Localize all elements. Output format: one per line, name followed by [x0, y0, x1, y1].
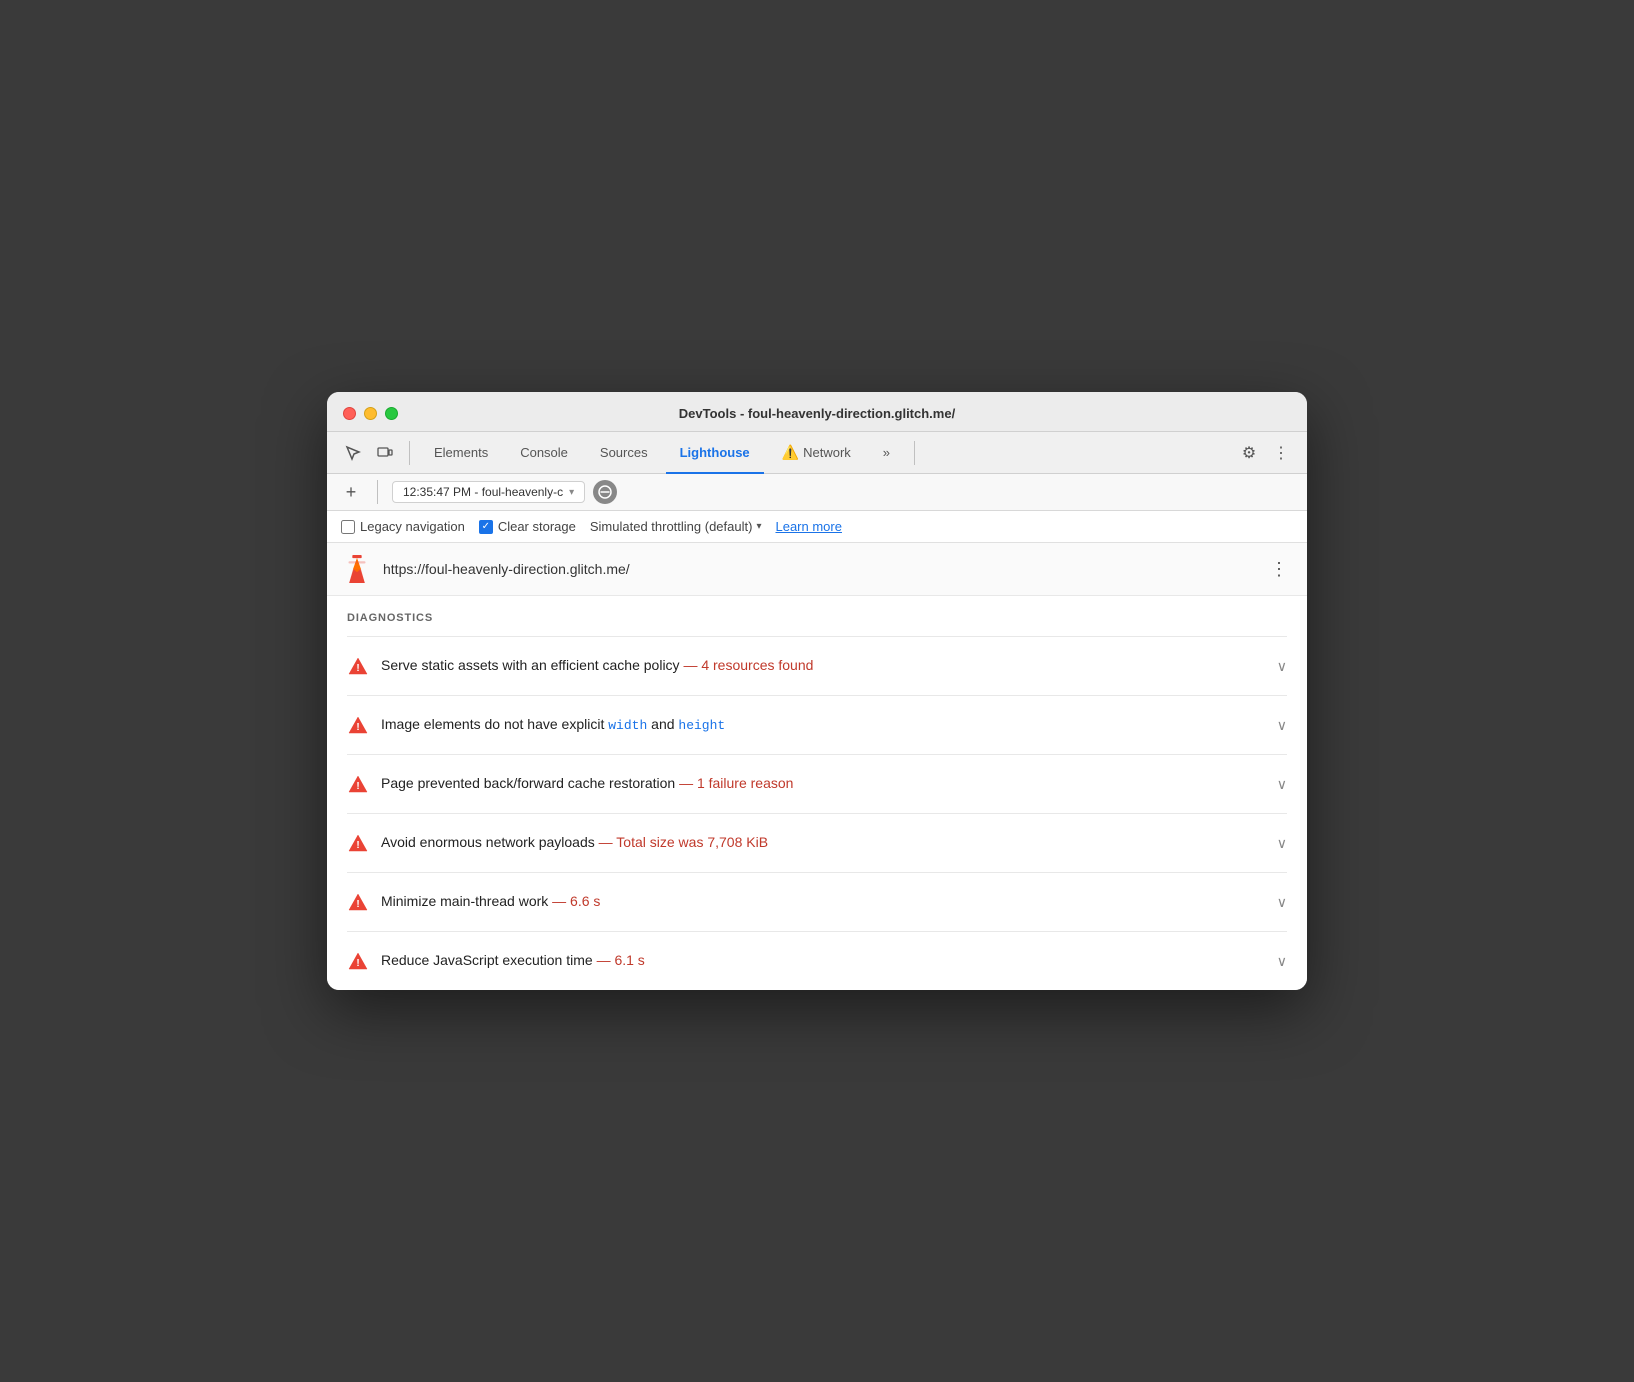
- tab-sources[interactable]: Sources: [586, 432, 662, 474]
- main-content: https://foul-heavenly-direction.glitch.m…: [327, 543, 1307, 990]
- diagnostics-section: DIAGNOSTICS ! Serve static assets with a…: [327, 596, 1307, 990]
- devtools-toolbar: Elements Console Sources Lighthouse ⚠️ N…: [327, 432, 1307, 474]
- settings-icon[interactable]: ⚙: [1235, 439, 1263, 467]
- url-menu-icon[interactable]: ⋮: [1265, 555, 1293, 583]
- more-options-icon[interactable]: ⋮: [1267, 439, 1295, 467]
- svg-text:!: !: [356, 958, 359, 969]
- tab-lighthouse[interactable]: Lighthouse: [666, 432, 764, 474]
- svg-text:!: !: [356, 722, 359, 733]
- diagnostic-text-network-payloads: Avoid enormous network payloads — Total …: [381, 833, 1265, 853]
- toolbar-separator-2: [914, 441, 915, 465]
- add-session-button[interactable]: +: [339, 480, 363, 504]
- toolbar-right-icons: ⚙ ⋮: [1235, 439, 1295, 467]
- block-requests-icon[interactable]: [593, 480, 617, 504]
- toolbar-separator-1: [409, 441, 410, 465]
- address-separator: [377, 480, 378, 504]
- maximize-button[interactable]: [385, 407, 398, 420]
- expand-icon: ∨: [1277, 717, 1287, 734]
- lighthouse-options-row: Legacy navigation ✓ Clear storage Simula…: [327, 511, 1307, 543]
- warning-triangle-icon: !: [347, 714, 369, 736]
- expand-icon: ∨: [1277, 835, 1287, 852]
- window-title: DevTools - foul-heavenly-direction.glitc…: [679, 406, 955, 421]
- diagnostic-item-cache-policy[interactable]: ! Serve static assets with an efficient …: [347, 636, 1287, 695]
- clear-storage-checkbox[interactable]: ✓: [479, 520, 493, 534]
- diagnostic-item-main-thread[interactable]: ! Minimize main-thread work — 6.6 s ∨: [347, 872, 1287, 931]
- svg-text:!: !: [356, 663, 359, 674]
- throttling-dropdown[interactable]: Simulated throttling (default) ▾: [590, 519, 762, 534]
- diagnostic-text-image-dimensions: Image elements do not have explicit widt…: [381, 715, 1265, 735]
- tab-more[interactable]: »: [869, 432, 904, 474]
- svg-text:!: !: [356, 840, 359, 851]
- lighthouse-url-bar: https://foul-heavenly-direction.glitch.m…: [327, 543, 1307, 596]
- close-button[interactable]: [343, 407, 356, 420]
- inspect-element-icon[interactable]: [339, 439, 367, 467]
- warning-triangle-icon: !: [347, 832, 369, 854]
- device-mode-icon[interactable]: [371, 439, 399, 467]
- diagnostics-heading: DIAGNOSTICS: [347, 612, 1287, 624]
- traffic-lights: [343, 407, 398, 420]
- svg-text:!: !: [356, 899, 359, 910]
- svg-text:!: !: [356, 781, 359, 792]
- tab-console[interactable]: Console: [506, 432, 582, 474]
- minimize-button[interactable]: [364, 407, 377, 420]
- diagnostic-text-bfcache: Page prevented back/forward cache restor…: [381, 774, 1265, 794]
- diagnostic-item-image-dimensions[interactable]: ! Image elements do not have explicit wi…: [347, 695, 1287, 754]
- expand-icon: ∨: [1277, 894, 1287, 911]
- throttling-chevron-icon: ▾: [756, 521, 761, 532]
- learn-more-link[interactable]: Learn more: [775, 519, 841, 534]
- tab-elements[interactable]: Elements: [420, 432, 502, 474]
- diagnostic-item-network-payloads[interactable]: ! Avoid enormous network payloads — Tota…: [347, 813, 1287, 872]
- diagnostic-item-js-execution[interactable]: ! Reduce JavaScript execution time — 6.1…: [347, 931, 1287, 990]
- diagnostic-item-bfcache[interactable]: ! Page prevented back/forward cache rest…: [347, 754, 1287, 813]
- lighthouse-logo-icon: [341, 553, 373, 585]
- address-bar-row: + 12:35:47 PM - foul-heavenly-c ▾: [327, 474, 1307, 511]
- warning-triangle-icon: !: [347, 773, 369, 795]
- diagnostic-text-cache-policy: Serve static assets with an efficient ca…: [381, 656, 1265, 676]
- legacy-navigation-checkbox[interactable]: [341, 520, 355, 534]
- tab-network[interactable]: ⚠️ Network: [768, 432, 865, 474]
- titlebar: DevTools - foul-heavenly-direction.glitc…: [327, 392, 1307, 432]
- audit-url: https://foul-heavenly-direction.glitch.m…: [383, 561, 1255, 577]
- warning-triangle-icon: !: [347, 950, 369, 972]
- legacy-navigation-checkbox-label[interactable]: Legacy navigation: [341, 519, 465, 534]
- diagnostic-text-main-thread: Minimize main-thread work — 6.6 s: [381, 892, 1265, 912]
- clear-storage-checkbox-label[interactable]: ✓ Clear storage: [479, 519, 576, 534]
- warning-triangle-icon: !: [347, 891, 369, 913]
- diagnostic-text-js-execution: Reduce JavaScript execution time — 6.1 s: [381, 951, 1265, 971]
- warning-triangle-icon: !: [347, 655, 369, 677]
- session-chevron-icon: ▾: [569, 487, 574, 498]
- network-warning-icon: ⚠️: [782, 444, 799, 461]
- expand-icon: ∨: [1277, 776, 1287, 793]
- session-dropdown[interactable]: 12:35:47 PM - foul-heavenly-c ▾: [392, 481, 585, 503]
- devtools-window: DevTools - foul-heavenly-direction.glitc…: [327, 392, 1307, 990]
- expand-icon: ∨: [1277, 658, 1287, 675]
- expand-icon: ∨: [1277, 953, 1287, 970]
